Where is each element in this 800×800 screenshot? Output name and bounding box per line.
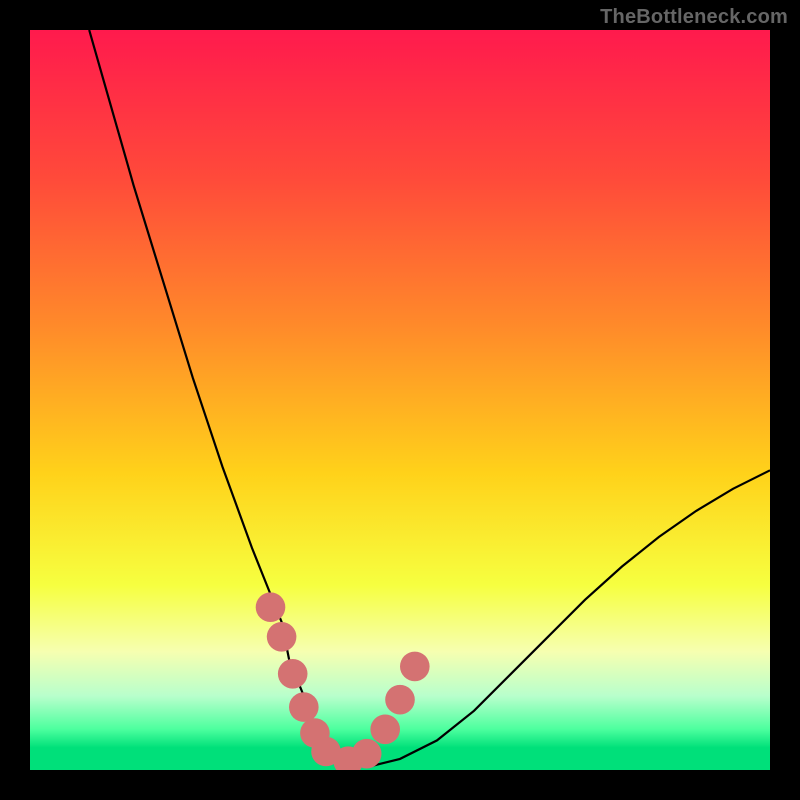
marker-point: [352, 739, 382, 769]
marker-point: [267, 622, 297, 652]
marker-point: [289, 692, 319, 722]
gradient-background: [30, 30, 770, 770]
plot-area: [30, 30, 770, 770]
marker-point: [278, 659, 308, 689]
marker-point: [385, 685, 415, 715]
chart-canvas: [30, 30, 770, 770]
watermark-text: TheBottleneck.com: [600, 6, 788, 29]
marker-point: [400, 652, 430, 682]
marker-point: [370, 715, 400, 745]
marker-point: [256, 592, 286, 622]
outer-frame: TheBottleneck.com: [0, 0, 800, 800]
